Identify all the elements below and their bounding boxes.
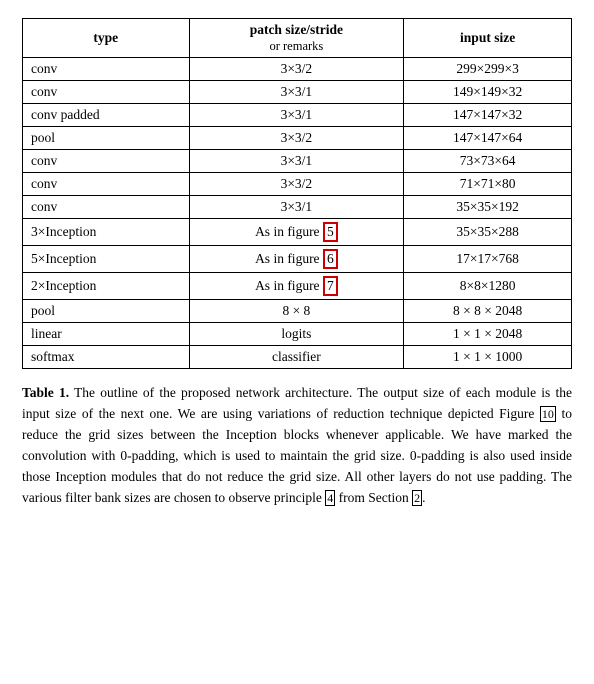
cell-input: 35×35×192 xyxy=(404,196,572,219)
table-row: 5×InceptionAs in figure 617×17×768 xyxy=(23,246,572,273)
cell-type: pool xyxy=(23,300,190,323)
cell-patch: As in figure 6 xyxy=(189,246,404,273)
cell-patch: 3×3/1 xyxy=(189,81,404,104)
cell-type: linear xyxy=(23,323,190,346)
table-row: conv3×3/1149×149×32 xyxy=(23,81,572,104)
caption-text4: . xyxy=(422,490,425,505)
cell-patch: logits xyxy=(189,323,404,346)
caption-text3: from Section xyxy=(335,490,412,505)
cell-input: 299×299×3 xyxy=(404,58,572,81)
table-row: conv3×3/271×71×80 xyxy=(23,173,572,196)
col-header-type: type xyxy=(23,19,190,58)
table-row: pool3×3/2147×147×64 xyxy=(23,127,572,150)
cell-input: 147×147×64 xyxy=(404,127,572,150)
table-row: conv padded3×3/1147×147×32 xyxy=(23,104,572,127)
cell-input: 17×17×768 xyxy=(404,246,572,273)
table-caption: Table 1. The outline of the proposed net… xyxy=(22,383,572,509)
cell-type: conv xyxy=(23,196,190,219)
caption-ref-4: 4 xyxy=(325,490,335,506)
cell-type: conv xyxy=(23,81,190,104)
caption-ref-2: 2 xyxy=(412,490,422,506)
cell-patch: 3×3/1 xyxy=(189,196,404,219)
table-row: 2×InceptionAs in figure 78×8×1280 xyxy=(23,273,572,300)
cell-patch: As in figure 7 xyxy=(189,273,404,300)
figure-ref-box: 5 xyxy=(323,222,338,242)
table-row: conv3×3/135×35×192 xyxy=(23,196,572,219)
col-header-patch: patch size/stride or remarks xyxy=(189,19,404,58)
cell-type: 2×Inception xyxy=(23,273,190,300)
table-row: linearlogits1 × 1 × 2048 xyxy=(23,323,572,346)
cell-type: 3×Inception xyxy=(23,219,190,246)
cell-type: softmax xyxy=(23,346,190,369)
caption-text1: The outline of the proposed network arch… xyxy=(22,385,572,421)
figure-ref-box: 7 xyxy=(323,276,338,296)
cell-patch: 3×3/2 xyxy=(189,58,404,81)
architecture-table-container: type patch size/stride or remarks input … xyxy=(22,18,572,369)
cell-type: conv xyxy=(23,173,190,196)
figure-ref-box: 6 xyxy=(323,249,338,269)
cell-type: conv xyxy=(23,58,190,81)
cell-patch: 3×3/2 xyxy=(189,127,404,150)
table-row: pool8 × 88 × 8 × 2048 xyxy=(23,300,572,323)
table-row: softmaxclassifier1 × 1 × 1000 xyxy=(23,346,572,369)
cell-patch: 3×3/1 xyxy=(189,104,404,127)
caption-ref-10: 10 xyxy=(540,406,556,422)
cell-input: 8 × 8 × 2048 xyxy=(404,300,572,323)
cell-input: 71×71×80 xyxy=(404,173,572,196)
cell-type: conv xyxy=(23,150,190,173)
cell-patch: 3×3/1 xyxy=(189,150,404,173)
cell-patch: 8 × 8 xyxy=(189,300,404,323)
cell-type: conv padded xyxy=(23,104,190,127)
caption-label: Table 1. xyxy=(22,385,69,400)
cell-input: 149×149×32 xyxy=(404,81,572,104)
cell-input: 35×35×288 xyxy=(404,219,572,246)
table-row: conv3×3/173×73×64 xyxy=(23,150,572,173)
cell-input: 73×73×64 xyxy=(404,150,572,173)
cell-input: 147×147×32 xyxy=(404,104,572,127)
table-row: conv3×3/2299×299×3 xyxy=(23,58,572,81)
cell-type: 5×Inception xyxy=(23,246,190,273)
cell-patch: As in figure 5 xyxy=(189,219,404,246)
cell-patch: 3×3/2 xyxy=(189,173,404,196)
table-row: 3×InceptionAs in figure 535×35×288 xyxy=(23,219,572,246)
architecture-table: type patch size/stride or remarks input … xyxy=(22,18,572,369)
cell-input: 8×8×1280 xyxy=(404,273,572,300)
col-header-input: input size xyxy=(404,19,572,58)
cell-input: 1 × 1 × 2048 xyxy=(404,323,572,346)
cell-type: pool xyxy=(23,127,190,150)
cell-patch: classifier xyxy=(189,346,404,369)
cell-input: 1 × 1 × 1000 xyxy=(404,346,572,369)
